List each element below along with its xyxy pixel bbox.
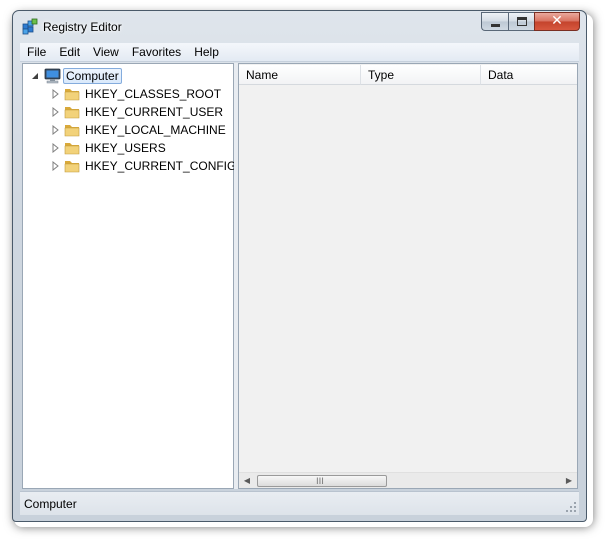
registry-editor-window: Registry Editor ✕ File Edit View Favorit…	[12, 10, 587, 522]
tree-node-hkey-current-user[interactable]: HKEY_CURRENT_USER	[51, 103, 225, 121]
expand-arrow-icon[interactable]	[51, 161, 61, 171]
column-header-data[interactable]: Data	[481, 65, 577, 85]
window-title: Registry Editor	[43, 20, 122, 34]
expand-arrow-icon[interactable]	[51, 107, 61, 117]
maximize-icon	[517, 17, 527, 26]
tree-node-label[interactable]: HKEY_USERS	[83, 140, 168, 156]
tree-node-hkey-classes-root[interactable]: HKEY_CLASSES_ROOT	[51, 85, 223, 103]
tree-node-hkey-local-machine[interactable]: HKEY_LOCAL_MACHINE	[51, 121, 228, 139]
menu-help[interactable]: Help	[187, 45, 225, 59]
menu-view[interactable]: View	[86, 45, 125, 59]
registry-editor-icon[interactable]	[21, 18, 39, 36]
tree-node-label[interactable]: HKEY_CURRENT_USER	[83, 104, 225, 120]
tree-node-label[interactable]: HKEY_LOCAL_MACHINE	[83, 122, 228, 138]
scrollbar-grip: III	[316, 477, 324, 487]
tree-node-computer[interactable]: Computer	[31, 67, 122, 85]
tree-node-label[interactable]: Computer	[63, 68, 122, 84]
caption-buttons: ✕	[481, 12, 580, 31]
resize-grip-icon[interactable]	[565, 501, 577, 513]
registry-tree[interactable]: Computer HKEY_CLASSES_ROOT HKEY_CURRENT_…	[22, 63, 236, 489]
menu-bar: File Edit View Favorites Help	[20, 43, 579, 62]
folder-icon	[64, 122, 81, 138]
computer-icon	[44, 68, 61, 84]
expand-arrow-icon[interactable]	[51, 143, 61, 153]
status-bar: Computer	[20, 491, 579, 515]
tree-node-hkey-current-config[interactable]: HKEY_CURRENT_CONFIG	[51, 157, 238, 175]
close-button[interactable]: ✕	[534, 12, 580, 31]
minimize-button[interactable]	[481, 12, 508, 31]
expand-arrow-icon[interactable]	[51, 125, 61, 135]
status-path: Computer	[24, 497, 77, 511]
horizontal-scrollbar[interactable]: ◀ III ▶	[239, 472, 577, 488]
minimize-icon	[491, 24, 500, 27]
tree-node-label[interactable]: HKEY_CURRENT_CONFIG	[83, 158, 238, 174]
column-header-name[interactable]: Name	[239, 65, 361, 85]
menu-edit[interactable]: Edit	[52, 45, 86, 59]
menu-file[interactable]: File	[20, 45, 52, 59]
folder-icon	[64, 104, 81, 120]
folder-icon	[64, 86, 81, 102]
title-bar[interactable]: Registry Editor ✕	[13, 11, 586, 41]
collapse-arrow-icon[interactable]	[31, 71, 41, 81]
scrollbar-thumb[interactable]: III	[257, 475, 387, 487]
maximize-button[interactable]	[508, 12, 534, 31]
tree-node-hkey-users[interactable]: HKEY_USERS	[51, 139, 168, 157]
column-header-type[interactable]: Type	[361, 65, 481, 85]
close-icon: ✕	[551, 13, 563, 29]
tree-node-label[interactable]: HKEY_CLASSES_ROOT	[83, 86, 223, 102]
expand-arrow-icon[interactable]	[51, 89, 61, 99]
folder-icon	[64, 140, 81, 156]
folder-icon	[64, 158, 81, 174]
scroll-right-icon[interactable]: ▶	[561, 473, 577, 489]
menu-favorites[interactable]: Favorites	[125, 45, 187, 59]
scroll-left-icon[interactable]: ◀	[239, 473, 255, 489]
values-list[interactable]: Name Type Data ◀ III ▶	[238, 63, 578, 489]
